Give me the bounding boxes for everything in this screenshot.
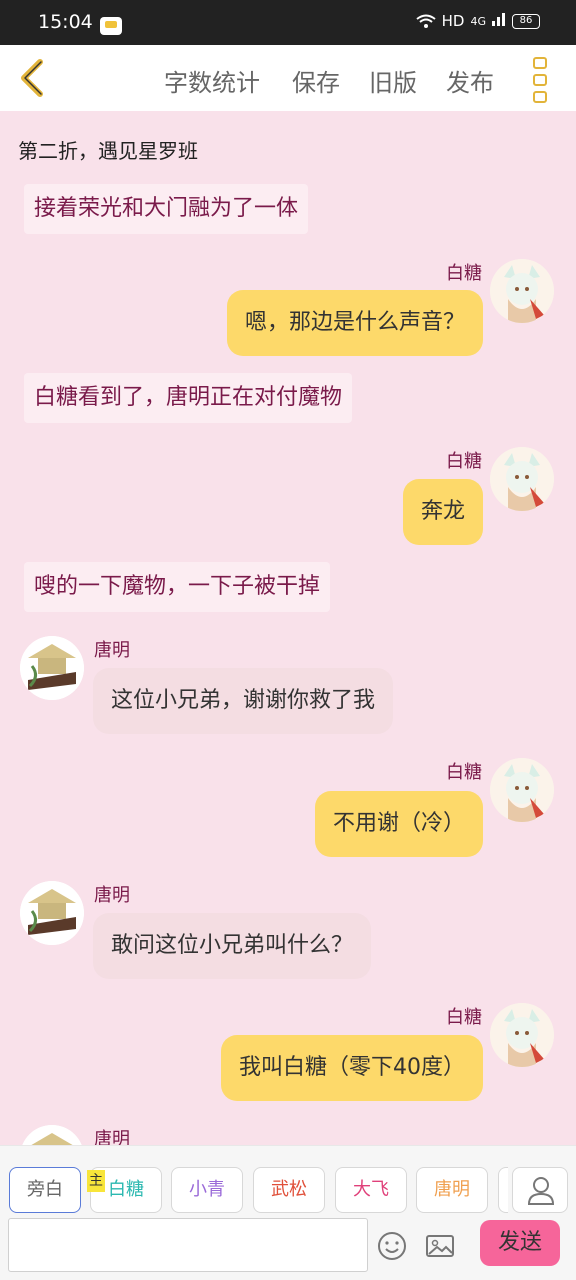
speaker-name: 唐明 — [94, 885, 130, 906]
speaker-name: 白糖 — [446, 451, 482, 472]
status-time: 15:04 — [38, 11, 93, 33]
avatar-tangming[interactable] — [20, 1125, 84, 1145]
message-bubble-right[interactable]: 不用谢（冷） — [314, 791, 483, 857]
person-icon — [527, 1177, 555, 1205]
message-input[interactable] — [8, 1218, 368, 1272]
more-dot-icon — [533, 57, 547, 69]
editor-header: 字数统计 保存 旧版 发布 — [0, 45, 576, 111]
message-bubble-right[interactable]: 我叫白糖（零下40度） — [221, 1035, 483, 1101]
avatar-tangming[interactable] — [20, 636, 84, 700]
send-button[interactable]: 发送 — [480, 1220, 560, 1266]
chat-area[interactable]: 第二折，遇见星罗班 接着荣光和大门融为了一体 白糖 嗯，那边是什么声音？ 白糖看… — [0, 111, 576, 1145]
role-chip-label: 武松 — [271, 1179, 307, 1200]
publish-button[interactable]: 发布 — [446, 63, 494, 98]
narration-bubble[interactable]: 接着荣光和大门融为了一体 — [24, 184, 309, 234]
emoji-button[interactable] — [376, 1230, 408, 1262]
role-chip-dafei[interactable]: 大飞 — [335, 1167, 407, 1213]
role-chip-label: 旁白 — [27, 1179, 63, 1200]
more-dot-icon — [533, 74, 547, 86]
role-chip-xiaoqing[interactable]: 小青 — [171, 1167, 243, 1213]
battery-indicator: 86 — [512, 13, 540, 29]
signal-icon — [492, 12, 506, 30]
avatar-tangming[interactable] — [20, 881, 84, 945]
message-bubble-right[interactable]: 嗯，那边是什么声音？ — [226, 290, 483, 356]
avatar-baitang[interactable] — [490, 447, 554, 511]
message-bubble-left[interactable]: 敢问这位小兄弟叫什么？ — [93, 913, 372, 979]
role-chip-partial[interactable] — [498, 1167, 508, 1213]
app-notification-icon — [100, 17, 122, 35]
role-chip-label: 小青 — [189, 1179, 225, 1200]
image-button[interactable] — [424, 1230, 456, 1262]
avatar-baitang[interactable] — [490, 259, 554, 323]
chevron-left-icon — [21, 59, 43, 97]
chapter-title: 第二折，遇见星罗班 — [18, 139, 198, 163]
main-character-badge: 主 — [87, 1170, 105, 1192]
avatar-baitang[interactable] — [490, 758, 554, 822]
message-bubble-right[interactable]: 奔龙 — [402, 479, 483, 545]
role-chip-label: 白糖 — [108, 1179, 144, 1200]
network-label: HD — [441, 12, 465, 30]
avatar-baitang[interactable] — [490, 1003, 554, 1067]
role-chip-label: 大飞 — [353, 1179, 389, 1200]
role-chip-label: 唐明 — [434, 1179, 470, 1200]
speaker-name: 唐明 — [94, 1129, 130, 1145]
role-chip-narrator[interactable]: 旁白 — [9, 1167, 81, 1213]
speaker-name: 白糖 — [446, 1007, 482, 1028]
narration-bubble[interactable]: 嗖的一下魔物，一下子被干掉 — [24, 562, 331, 612]
status-indicators: HD 4G 86 — [416, 12, 540, 30]
role-manager-button[interactable] — [512, 1167, 568, 1213]
message-bubble-left[interactable]: 这位小兄弟，谢谢你救了我 — [93, 668, 394, 734]
role-chip-tangming[interactable]: 唐明 — [416, 1167, 488, 1213]
back-button[interactable] — [14, 56, 54, 100]
save-button[interactable]: 保存 — [292, 63, 340, 98]
image-icon — [426, 1235, 454, 1257]
more-menu-button[interactable] — [528, 55, 558, 103]
emoji-icon — [378, 1232, 406, 1260]
more-dot-icon — [533, 91, 547, 103]
speaker-name: 白糖 — [446, 762, 482, 783]
speaker-name: 白糖 — [446, 263, 482, 284]
input-toolbar: 旁白 白糖 主 小青 武松 大飞 唐明 发送 — [0, 1145, 576, 1280]
speaker-name: 唐明 — [94, 640, 130, 661]
narration-bubble[interactable]: 白糖看到了，唐明正在对付魔物 — [24, 373, 353, 423]
wifi-icon — [416, 14, 436, 28]
signal-label: 4G — [470, 14, 486, 28]
role-chip-wusong[interactable]: 武松 — [253, 1167, 325, 1213]
status-bar: 15:04 HD 4G 86 — [0, 0, 576, 45]
word-count-button[interactable]: 字数统计 — [164, 63, 260, 98]
old-version-button[interactable]: 旧版 — [369, 63, 417, 98]
